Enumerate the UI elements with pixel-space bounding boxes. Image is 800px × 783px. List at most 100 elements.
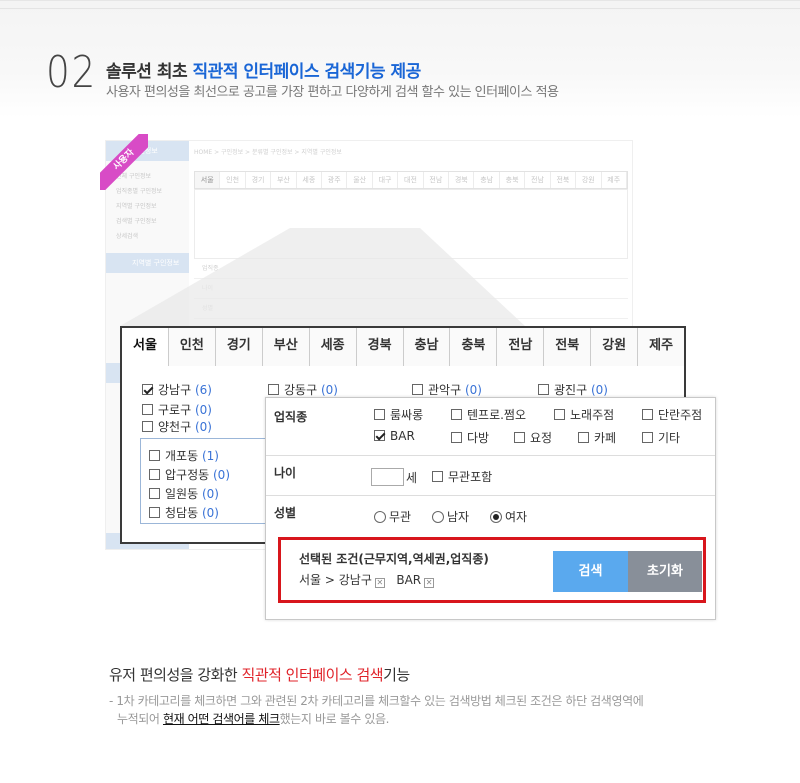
district-count: (0) (194, 420, 212, 434)
region-tab-jeonnam[interactable]: 전남 (497, 328, 545, 366)
radio-icon[interactable] (374, 511, 386, 523)
search-button[interactable]: 검색 (553, 551, 628, 592)
reset-button[interactable]: 초기화 (628, 551, 702, 592)
sub-district-count: (0) (201, 506, 219, 520)
radio-icon[interactable] (490, 511, 502, 523)
sub-district-count: (1) (201, 449, 219, 463)
region-tabs: 서울 인천 경기 부산 세종 경북 충남 충북 전남 전북 강원 제주 (122, 328, 685, 366)
job-option-label: BAR (390, 429, 415, 443)
checkbox-icon[interactable] (412, 384, 423, 395)
checkbox-icon[interactable] (142, 404, 153, 415)
job-option[interactable]: 텐프로.쩜오 (451, 406, 526, 423)
selected-conditions-line: 서울 > 강남구 ✕ BAR ✕ (299, 571, 435, 588)
radio-icon[interactable] (432, 511, 444, 523)
gender-option[interactable]: 여자 (490, 508, 527, 525)
checkbox-icon[interactable] (374, 430, 385, 441)
gender-option-label: 남자 (447, 510, 470, 524)
feature-desc-emphasis: 현재 어떤 검색어를 체크 (162, 712, 280, 726)
remove-icon[interactable]: ✕ (374, 578, 385, 588)
district-count: (0) (464, 383, 482, 397)
region-tab-gangwon[interactable]: 강원 (591, 328, 639, 366)
sub-district-name: 개포동 (165, 449, 199, 463)
feature-title: 유저 편의성을 강화한 직관적 인터페이스 검색기능 (109, 664, 410, 685)
district-count: (0) (320, 383, 338, 397)
job-option[interactable]: 다방 (451, 429, 489, 446)
district-checkbox[interactable]: 강남구 (6) (142, 381, 212, 398)
gender-option[interactable]: 남자 (432, 508, 469, 525)
region-tab-busan[interactable]: 부산 (262, 328, 310, 366)
region-tab-chungnam[interactable]: 충남 (403, 328, 451, 366)
remove-icon[interactable]: ✕ (424, 578, 435, 588)
region-tab-gyeonggi[interactable]: 경기 (215, 328, 263, 366)
checkbox-icon[interactable] (149, 488, 160, 499)
region-tab-seoul[interactable]: 서울 (122, 328, 169, 366)
feature-title-prefix: 유저 편의성을 강화한 (109, 666, 242, 684)
job-option-label: 요정 (530, 431, 553, 445)
age-input[interactable] (371, 468, 404, 486)
checkbox-icon[interactable] (432, 471, 443, 482)
district-checkbox[interactable]: 광진구 (0) (538, 381, 608, 398)
district-count: (0) (194, 403, 212, 417)
checkbox-icon[interactable] (451, 432, 462, 443)
checkbox-icon[interactable] (142, 384, 153, 395)
job-type-label: 업직종 (274, 410, 308, 424)
gender-option[interactable]: 무관 (374, 508, 411, 525)
job-option-label: 카페 (594, 431, 617, 445)
district-checkbox[interactable]: 관악구 (0) (412, 381, 482, 398)
job-option[interactable]: 카페 (578, 429, 616, 446)
checkbox-icon[interactable] (642, 409, 653, 420)
selected-tag: BAR (396, 573, 422, 587)
checkbox-icon[interactable] (268, 384, 279, 395)
sub-district-checkbox[interactable]: 일원동 (0) (149, 485, 219, 502)
district-count: (6) (194, 383, 212, 397)
region-tab-gyeongbuk[interactable]: 경북 (356, 328, 404, 366)
checkbox-icon[interactable] (374, 409, 385, 420)
sub-district-name: 압구정동 (165, 468, 210, 482)
district-count: (0) (590, 383, 608, 397)
job-option[interactable]: BAR (374, 429, 415, 443)
checkbox-icon[interactable] (149, 507, 160, 518)
feature-description: - 1차 카테고리를 체크하면 그와 관련된 2차 카테고리를 체크할수 있는 … (109, 692, 749, 728)
sub-district-name: 청담동 (165, 506, 199, 520)
checkbox-icon[interactable] (554, 409, 565, 420)
feature-title-highlight: 직관적 인터페이스 검색 (241, 666, 384, 684)
job-option-label: 노래주점 (570, 408, 615, 422)
district-name: 강남구 (158, 383, 192, 397)
district-checkbox[interactable]: 양천구 (0) (142, 418, 212, 435)
checkbox-icon[interactable] (149, 469, 160, 480)
sub-district-count: (0) (213, 468, 230, 482)
checkbox-icon[interactable] (578, 432, 589, 443)
job-option[interactable]: 요정 (514, 429, 552, 446)
region-tab-sejong[interactable]: 세종 (309, 328, 357, 366)
job-option[interactable]: 노래주점 (554, 406, 614, 423)
checkbox-icon[interactable] (642, 432, 653, 443)
checkbox-icon[interactable] (538, 384, 549, 395)
age-any-checkbox[interactable]: 무관포함 (432, 468, 492, 485)
feature-desc-post: 했는지 바로 볼수 있음. (279, 712, 390, 726)
sub-district-checkbox[interactable]: 개포동 (1) (149, 447, 219, 464)
feature-desc-line: - 1차 카테고리를 체크하면 그와 관련된 2차 카테고리를 체크할수 있는 … (109, 694, 644, 708)
district-name: 강동구 (284, 383, 318, 397)
district-checkbox[interactable]: 구로구 (0) (142, 401, 212, 418)
job-option-label: 기타 (658, 431, 681, 445)
region-tab-jeju[interactable]: 제주 (638, 328, 685, 366)
region-tab-chungbuk[interactable]: 충북 (450, 328, 498, 366)
checkbox-icon[interactable] (451, 409, 462, 420)
sub-district-name: 일원동 (165, 487, 199, 501)
checkbox-icon[interactable] (514, 432, 525, 443)
checkbox-icon[interactable] (149, 450, 160, 461)
checkbox-icon[interactable] (142, 421, 153, 432)
age-row: 나이 세 무관포함 (266, 456, 715, 496)
job-option[interactable]: 룸싸롱 (374, 406, 423, 423)
district-checkbox[interactable]: 강동구 (0) (268, 381, 338, 398)
age-any-label: 무관포함 (448, 470, 493, 484)
job-option-label: 다방 (467, 431, 490, 445)
sub-district-checkbox[interactable]: 청담동 (0) (149, 504, 219, 521)
region-tab-jeonbuk[interactable]: 전북 (544, 328, 592, 366)
sub-district-checkbox[interactable]: 압구정동 (0) (149, 466, 230, 483)
gender-row: 성별 무관 남자 여자 (266, 496, 715, 536)
job-option[interactable]: 기타 (642, 429, 680, 446)
district-name: 광진구 (554, 383, 588, 397)
job-option[interactable]: 단란주점 (642, 406, 702, 423)
region-tab-incheon[interactable]: 인천 (168, 328, 216, 366)
